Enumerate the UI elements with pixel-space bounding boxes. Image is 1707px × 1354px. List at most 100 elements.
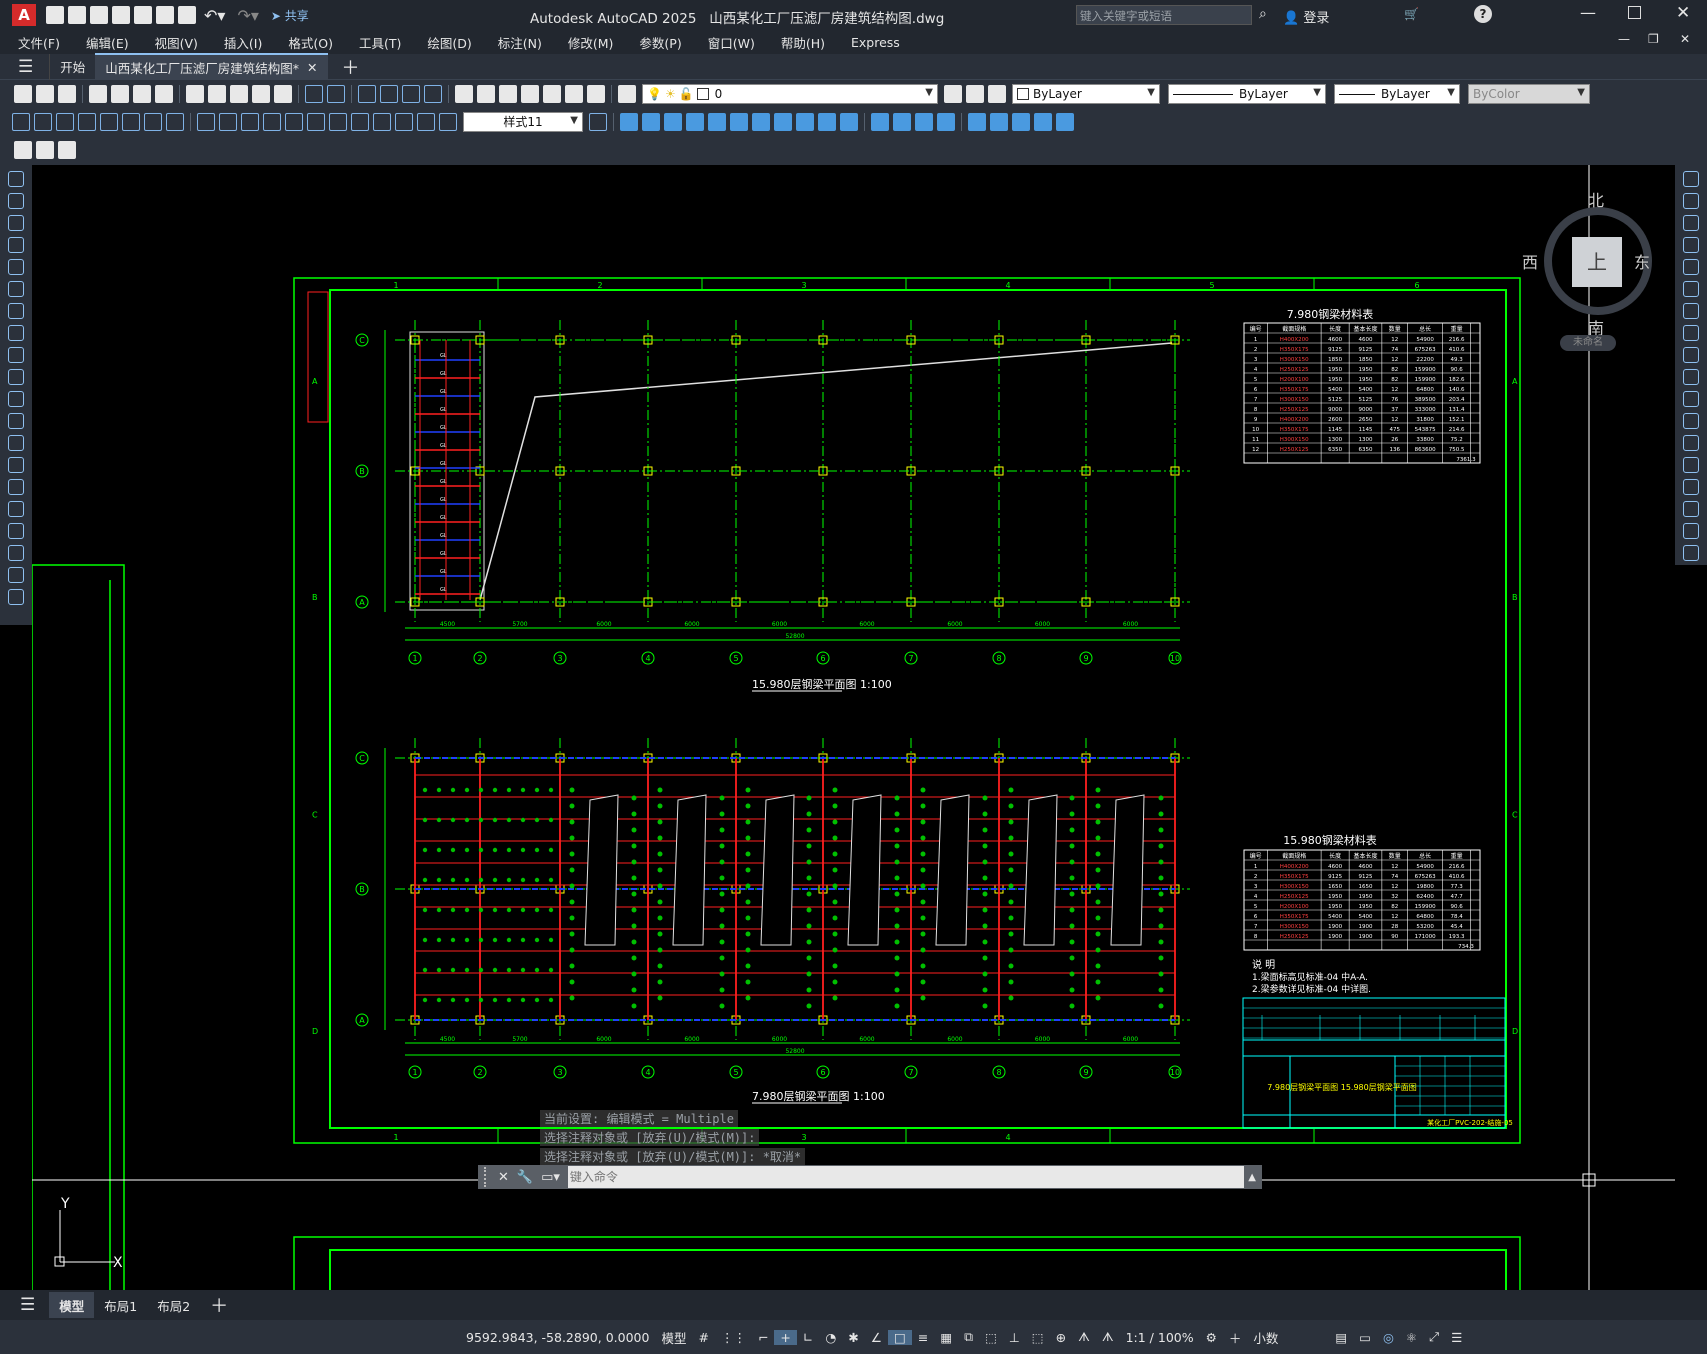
jogged-icon[interactable]: [122, 112, 140, 131]
mtext-icon[interactable]: [8, 567, 24, 583]
circle-icon[interactable]: [8, 303, 24, 319]
menu-dimension[interactable]: 标注(N): [485, 33, 555, 52]
annotation-visibility-icon[interactable]: ᗑ: [1072, 1329, 1096, 1345]
doc-restore-button[interactable]: ❐: [1648, 32, 1659, 46]
diameter-icon[interactable]: [144, 112, 162, 131]
print-icon[interactable]: [178, 6, 196, 24]
plot-icon[interactable]: [156, 6, 174, 24]
hardware-acceleration-icon[interactable]: ⚛: [1400, 1330, 1423, 1345]
add-layout-icon[interactable]: ＋: [210, 1292, 228, 1318]
gradient-icon[interactable]: [8, 501, 24, 517]
ordinate-icon[interactable]: [78, 112, 96, 131]
copy-icon[interactable]: [208, 85, 226, 103]
lineweight-dropdown[interactable]: ByLayer ▼: [1334, 84, 1460, 104]
snap-toggle-icon[interactable]: ⋮⋮: [715, 1330, 752, 1345]
menu-tools[interactable]: 工具(T): [346, 33, 414, 52]
extend-icon[interactable]: [1683, 391, 1699, 407]
compass-west[interactable]: 西: [1522, 249, 1538, 273]
menu-edit[interactable]: 编辑(E): [73, 33, 142, 52]
workspace-gear-icon[interactable]: ⚙: [1200, 1330, 1223, 1345]
menu-file[interactable]: 文件(F): [0, 33, 73, 52]
solid-cone-icon[interactable]: [664, 112, 682, 131]
menu-help[interactable]: 帮助(H): [768, 33, 838, 52]
publish-icon[interactable]: [134, 6, 152, 24]
menu-modify[interactable]: 修改(M): [555, 33, 627, 52]
units-dropdown[interactable]: 小数: [1247, 1328, 1329, 1347]
revcloud-icon[interactable]: [8, 325, 24, 341]
line-tool-icon[interactable]: [8, 171, 24, 187]
cut-icon[interactable]: [186, 85, 204, 103]
baseline-icon[interactable]: [219, 112, 237, 131]
trim-icon[interactable]: [1683, 369, 1699, 385]
model-space-toggle[interactable]: 模型: [655, 1328, 692, 1347]
doc-close-button[interactable]: ✕: [1680, 32, 1690, 46]
markup-icon[interactable]: [543, 85, 561, 103]
layer-dropdown[interactable]: 💡 ☀ 🔓 0 ▼: [642, 84, 938, 104]
aligned-dim-icon[interactable]: [34, 112, 52, 131]
break-point-icon[interactable]: [1683, 413, 1699, 429]
polar-tracking-icon[interactable]: ◔: [819, 1330, 842, 1345]
dynamic-input-icon[interactable]: +: [774, 1329, 797, 1345]
new-tab-button[interactable]: ＋: [342, 54, 360, 80]
linetype-dropdown[interactable]: ByLayer ▼: [1168, 84, 1326, 104]
menu-format[interactable]: 格式(O): [275, 33, 346, 52]
dim-space-icon[interactable]: [263, 112, 281, 131]
zoom-realtime-icon[interactable]: [380, 85, 398, 103]
pan-icon[interactable]: [358, 85, 376, 103]
dim-style-manager-icon[interactable]: [589, 112, 607, 131]
jog-line-icon[interactable]: [373, 112, 391, 131]
3d-rotate-icon[interactable]: [990, 112, 1008, 131]
qnew-icon[interactable]: [14, 85, 32, 103]
angular-icon[interactable]: [166, 112, 184, 131]
region-icon[interactable]: [8, 523, 24, 539]
solid-pyramid-icon[interactable]: [752, 112, 770, 131]
dynamic-ucs-icon[interactable]: ⊥: [1003, 1330, 1026, 1345]
drawing-canvas[interactable]: 1122334456AABBCCDD 12345678910CBA5280045…: [32, 165, 1675, 1290]
construction-line-icon[interactable]: [8, 193, 24, 209]
table-icon[interactable]: [8, 545, 24, 561]
share-button[interactable]: ➤ 共享: [271, 7, 309, 24]
dim-text-edit-icon[interactable]: [417, 112, 435, 131]
polyline-icon[interactable]: [8, 215, 24, 231]
minimize-button[interactable]: —: [1580, 3, 1596, 22]
layout-menu-icon[interactable]: ☰: [20, 1295, 35, 1315]
point-icon[interactable]: [8, 457, 24, 473]
lineweight-icon[interactable]: ≡: [912, 1330, 934, 1345]
explode-icon[interactable]: [1683, 545, 1699, 561]
3d-move-icon[interactable]: [968, 112, 986, 131]
doc-minimize-button[interactable]: —: [1618, 32, 1630, 46]
maximize-button[interactable]: [1628, 6, 1641, 19]
erase-icon[interactable]: [1683, 171, 1699, 187]
isodraft-icon[interactable]: ✱: [842, 1330, 864, 1345]
close-window-button[interactable]: ✕: [1676, 3, 1690, 23]
new-file-icon[interactable]: [46, 6, 64, 24]
coordinates-display[interactable]: 9592.9843, -58.2890, 0.0000: [460, 1330, 655, 1345]
search-icon[interactable]: ⌕: [1259, 6, 1267, 22]
stretch-icon[interactable]: [1683, 347, 1699, 363]
auto-scale-icon[interactable]: ᗑ: [1096, 1329, 1120, 1345]
solid-torus-icon[interactable]: [730, 112, 748, 131]
arc-length-icon[interactable]: [56, 112, 74, 131]
preview-icon[interactable]: [111, 85, 129, 103]
command-grip-icon[interactable]: [484, 1167, 492, 1187]
3d-align-icon[interactable]: [1012, 112, 1030, 131]
mirror-icon[interactable]: [1683, 215, 1699, 231]
polygon-icon[interactable]: [8, 237, 24, 253]
viewcube[interactable]: 上 北 南 西 东: [1522, 187, 1652, 338]
dim-update-icon[interactable]: [439, 112, 457, 131]
grid-toggle-icon[interactable]: #: [692, 1330, 714, 1345]
properties-icon[interactable]: [455, 85, 473, 103]
hamburger-menu-icon[interactable]: ☰: [18, 57, 33, 77]
spline-icon[interactable]: [8, 347, 24, 363]
calculator-icon[interactable]: [565, 85, 583, 103]
dim-edit-icon[interactable]: [395, 112, 413, 131]
subtract-icon[interactable]: [893, 112, 911, 131]
loft-icon[interactable]: [840, 112, 858, 131]
undo-icon[interactable]: ↶▾: [204, 6, 225, 25]
zoom-window-icon[interactable]: [402, 85, 420, 103]
design-center-icon[interactable]: [477, 85, 495, 103]
ucs-previous-icon[interactable]: [58, 141, 76, 159]
menu-insert[interactable]: 插入(I): [211, 33, 275, 52]
tab-start[interactable]: 开始: [49, 53, 95, 80]
color-dropdown[interactable]: ByLayer ▼: [1012, 84, 1160, 104]
